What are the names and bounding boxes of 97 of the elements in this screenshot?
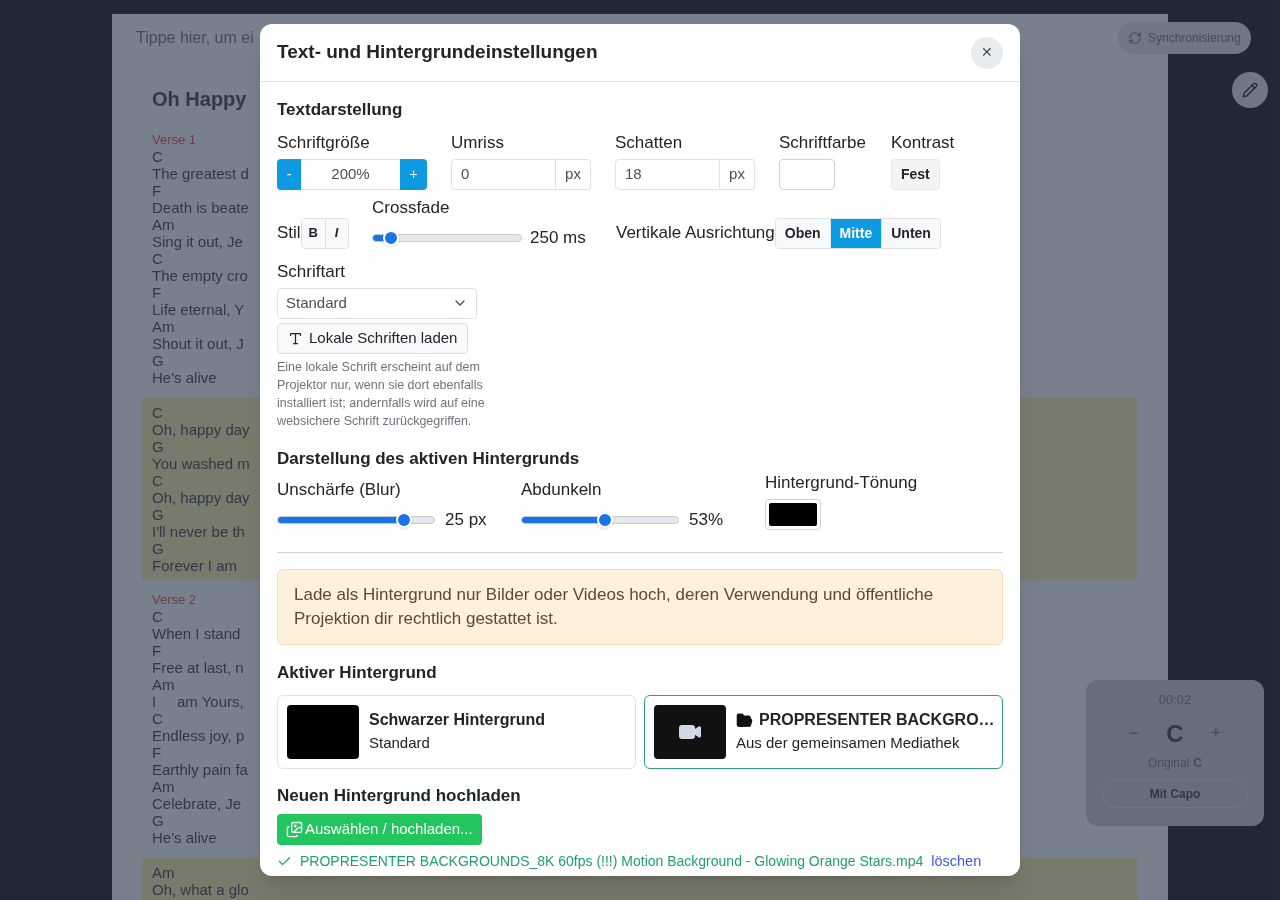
- lyric-line: You washed m: [152, 455, 250, 472]
- font-select[interactable]: Standard: [277, 287, 477, 319]
- background-card[interactable]: PROPRESENTER BACKGRO… Aus der gemeinsamen Mediathek: [644, 694, 1003, 769]
- card-subtitle: Standard: [369, 733, 431, 754]
- dialog-title: Text- und Hintergrundeinstellungen: [277, 40, 598, 65]
- chord: C: [152, 404, 163, 421]
- chord: Am: [152, 676, 175, 693]
- chord: C: [152, 250, 163, 267]
- slider-thumb[interactable]: [382, 229, 399, 246]
- chord: F: [152, 182, 162, 199]
- bold-button[interactable]: B: [301, 218, 325, 248]
- font-hint: Eine lokale Schrift erscheint auf dem Projektor nur, wenn sie dort ebenfalls installiert ist; andernfalls wird auf eine websichere Schrift zurückgegriffen.: [277, 358, 486, 430]
- field-label: Schatten: [615, 131, 683, 154]
- chord: C: [152, 148, 163, 165]
- lyric-line: He's alive: [152, 369, 217, 386]
- chord: F: [152, 744, 162, 761]
- folder-icon: [736, 711, 753, 729]
- lyric-line: Oh, happy day: [152, 421, 250, 438]
- alignment-option[interactable]: Unten: [881, 218, 940, 248]
- notice-box: Lade als Hintergrund nur Bilder oder Videos hoch, deren Verwendung und öffentliche Projektion dir rechtlich gestattet ist.: [277, 569, 1003, 645]
- delete-link[interactable]: löschen: [931, 851, 982, 873]
- slider-reading: 25 px: [445, 509, 487, 532]
- lyric-line: I am Yours,: [152, 693, 244, 710]
- field-label: Kontrast: [891, 131, 955, 154]
- field-label: Crossfade: [372, 196, 451, 219]
- section-label: Verse 2: [152, 592, 197, 608]
- field-label: Schriftart: [277, 260, 347, 283]
- load-fonts-button[interactable]: Lokale Schriften laden: [277, 322, 469, 354]
- lyric-line: When I stand: [152, 625, 241, 642]
- alignment-option[interactable]: Oben: [775, 218, 830, 248]
- contrast-button[interactable]: Fest: [891, 158, 940, 190]
- lyric-line: The greatest d: [152, 165, 249, 182]
- section-label: Verse 1: [152, 132, 197, 148]
- slider-reading: 53%: [689, 509, 724, 532]
- lyric-line: Shout it out, J: [152, 335, 244, 352]
- field-label: Abdunkeln: [521, 479, 603, 501]
- chord: G: [152, 540, 164, 557]
- sync-icon: [1128, 31, 1142, 45]
- slider-thumb[interactable]: [396, 512, 413, 528]
- style-label: Stil: [277, 222, 301, 245]
- thumbnail: [287, 704, 359, 759]
- chord: G: [152, 438, 164, 455]
- slider-thumb[interactable]: [596, 512, 613, 528]
- card-title: Schwarzer Hintergrund: [369, 710, 546, 731]
- pencil-icon: [1242, 82, 1258, 98]
- font-icon: [288, 330, 303, 346]
- lyric-line: Free at last, n: [152, 659, 244, 676]
- lyric-line: Forever I am: [152, 557, 238, 574]
- chord: Am: [152, 864, 175, 881]
- lyric-line: Sing it out, Je: [152, 233, 243, 250]
- section-heading: Aktiver Hintergrund: [277, 662, 438, 684]
- chord: F: [152, 642, 162, 659]
- section-heading: Darstellung des aktiven Hintergrunds: [277, 447, 581, 470]
- card-subtitle: Aus der gemeinsamen Mediathek: [736, 733, 961, 754]
- section-heading: Neuen Hintergrund hochladen: [277, 784, 522, 807]
- song-title: Oh Happy: [152, 87, 247, 112]
- chord: Am: [152, 216, 175, 233]
- lyric-line: He's alive: [152, 829, 217, 846]
- field-label: Schriftfarbe: [779, 131, 866, 154]
- chord: Am: [152, 318, 175, 335]
- slider-reading: 250 ms: [530, 226, 586, 249]
- background-card[interactable]: Schwarzer Hintergrund Standard: [277, 694, 636, 769]
- lyric-line: Oh, happy day: [152, 489, 250, 506]
- lyric-line: Death is beate: [152, 199, 249, 216]
- lyric-line: Oh, what a glo: [152, 881, 249, 898]
- number-field[interactable]: 18: [615, 158, 720, 190]
- chord: G: [152, 812, 164, 829]
- lyric-line: I'll never be th: [152, 523, 245, 540]
- italic-button[interactable]: I: [324, 218, 348, 248]
- number-field[interactable]: 0: [451, 158, 556, 190]
- section-heading: Textdarstellung: [277, 99, 404, 121]
- color-swatch[interactable]: [779, 158, 835, 190]
- lyric-line: The empty cro: [152, 267, 248, 284]
- chord: F: [152, 284, 162, 301]
- tint-swatch[interactable]: [765, 499, 821, 530]
- field-label: Schriftgröße: [277, 131, 370, 154]
- chord: C: [152, 472, 163, 489]
- chord: Am: [152, 778, 175, 795]
- unit-label: px: [556, 158, 591, 190]
- images-icon: [286, 821, 303, 838]
- uploaded-file: PROPRESENTER BACKGROUNDS_8K 60fps (!!!) Motion Background - Glowing Orange Stars.mp4: [300, 852, 924, 872]
- close-button[interactable]: ✕: [971, 36, 1003, 69]
- lyric-line: Endless joy, p: [152, 727, 245, 744]
- chord: C: [152, 608, 163, 625]
- chord: G: [152, 352, 164, 369]
- lyric-line: Celebrate, Je: [152, 795, 242, 812]
- chord: G: [152, 506, 164, 523]
- field-label: Umriss: [451, 131, 504, 154]
- edit-button[interactable]: [1232, 72, 1268, 108]
- field-label: Vertikale Ausrichtung: [616, 222, 775, 245]
- field-label: Hintergrund-Tönung: [765, 472, 918, 494]
- lyric-line: Life eternal, Y: [152, 301, 245, 318]
- chord: C: [152, 710, 163, 727]
- field-label: Unschärfe (Blur): [277, 479, 402, 501]
- unit-label: px: [720, 158, 755, 190]
- lyric-line: Earthly pain fa: [152, 761, 248, 778]
- card-title: PROPRESENTER BACKGRO…: [759, 710, 995, 731]
